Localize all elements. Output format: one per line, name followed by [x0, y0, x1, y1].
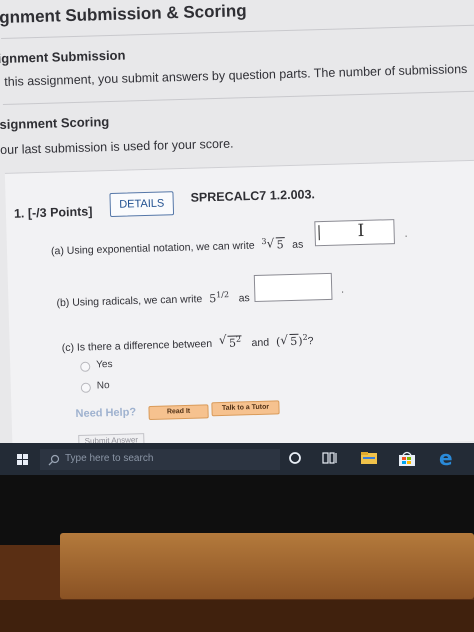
part-c-end: ?: [307, 335, 314, 348]
task-view-icon[interactable]: [322, 451, 338, 470]
divider: [2, 90, 474, 105]
taskbar: Type here to search e: [0, 443, 474, 475]
laptop-base: [60, 533, 474, 599]
text-cursor: [318, 225, 320, 241]
radicand: 5: [275, 236, 285, 252]
details-button[interactable]: DETAILS: [109, 191, 175, 218]
i-beam-cursor-icon: I: [357, 220, 365, 242]
cube-root-expression: 3 √ 5: [261, 236, 285, 252]
sqrt-of-square-expression: √ 52: [218, 332, 243, 350]
question-number: 1. [-/3 Points]: [13, 204, 93, 221]
option-yes-label: Yes: [96, 359, 113, 371]
radio-no[interactable]: [80, 382, 91, 393]
file-explorer-icon[interactable]: [360, 451, 378, 470]
search-placeholder: Type here to search: [65, 453, 154, 464]
browser-page: ignment Submission & Scoring ignment Sub…: [0, 0, 474, 454]
part-c-text: (c) Is there a difference between √ 52 an…: [61, 332, 314, 355]
part-a-prefix: (a) Using exponential notation, we can w…: [50, 239, 255, 258]
radio-yes[interactable]: [80, 361, 91, 372]
part-b-as: as: [238, 291, 250, 305]
exponent: 1/2: [215, 289, 230, 300]
question-code: SPRECALC7 1.2.003.: [190, 187, 316, 205]
radicand: 5: [289, 333, 299, 348]
part-a-text: (a) Using exponential notation, we can w…: [50, 236, 304, 258]
part-a-as: as: [291, 238, 304, 251]
option-no-label: No: [96, 380, 110, 392]
submission-text: this assignment, you submit answers by q…: [4, 61, 468, 89]
part-c-prefix: (c) Is there a difference between: [61, 337, 213, 355]
search-icon: [48, 453, 60, 466]
laptop-screen: ignment Submission & Scoring ignment Sub…: [0, 0, 474, 475]
part-c-and: and: [251, 336, 270, 349]
need-help-label: Need Help?: [75, 406, 137, 421]
scoring-text: our last submission is used for your sco…: [0, 136, 234, 158]
read-it-button[interactable]: Read It: [148, 404, 209, 421]
question-panel: 1. [-/3 Points] DETAILS SPRECALC7 1.2.00…: [4, 159, 474, 454]
svg-text:e: e: [439, 448, 453, 468]
power-expression: 51/2: [209, 289, 233, 305]
taskbar-search-box[interactable]: Type here to search: [40, 449, 280, 470]
period: .: [404, 228, 408, 240]
exponent: 2: [235, 334, 242, 344]
edge-icon[interactable]: e: [437, 446, 457, 473]
part-a-answer-input[interactable]: I: [314, 219, 395, 247]
windows-start-icon[interactable]: [17, 454, 29, 466]
cortana-icon[interactable]: [288, 451, 302, 470]
period: .: [341, 284, 345, 296]
page-title: ignment Submission & Scoring: [0, 1, 247, 28]
desk-shadow: [0, 600, 474, 632]
submission-heading: ignment Submission: [0, 47, 126, 67]
divider: [1, 24, 474, 39]
scoring-heading: signment Scoring: [0, 114, 110, 133]
square-of-sqrt-expression: (√ 5)2: [275, 332, 308, 349]
store-icon[interactable]: [398, 451, 416, 472]
part-b-prefix: (b) Using radicals, we can write: [56, 293, 203, 310]
part-b-text: (b) Using radicals, we can write 51/2 as: [56, 289, 250, 309]
part-b-answer-input[interactable]: [253, 272, 333, 303]
talk-to-tutor-button[interactable]: Talk to a Tutor: [211, 400, 280, 417]
